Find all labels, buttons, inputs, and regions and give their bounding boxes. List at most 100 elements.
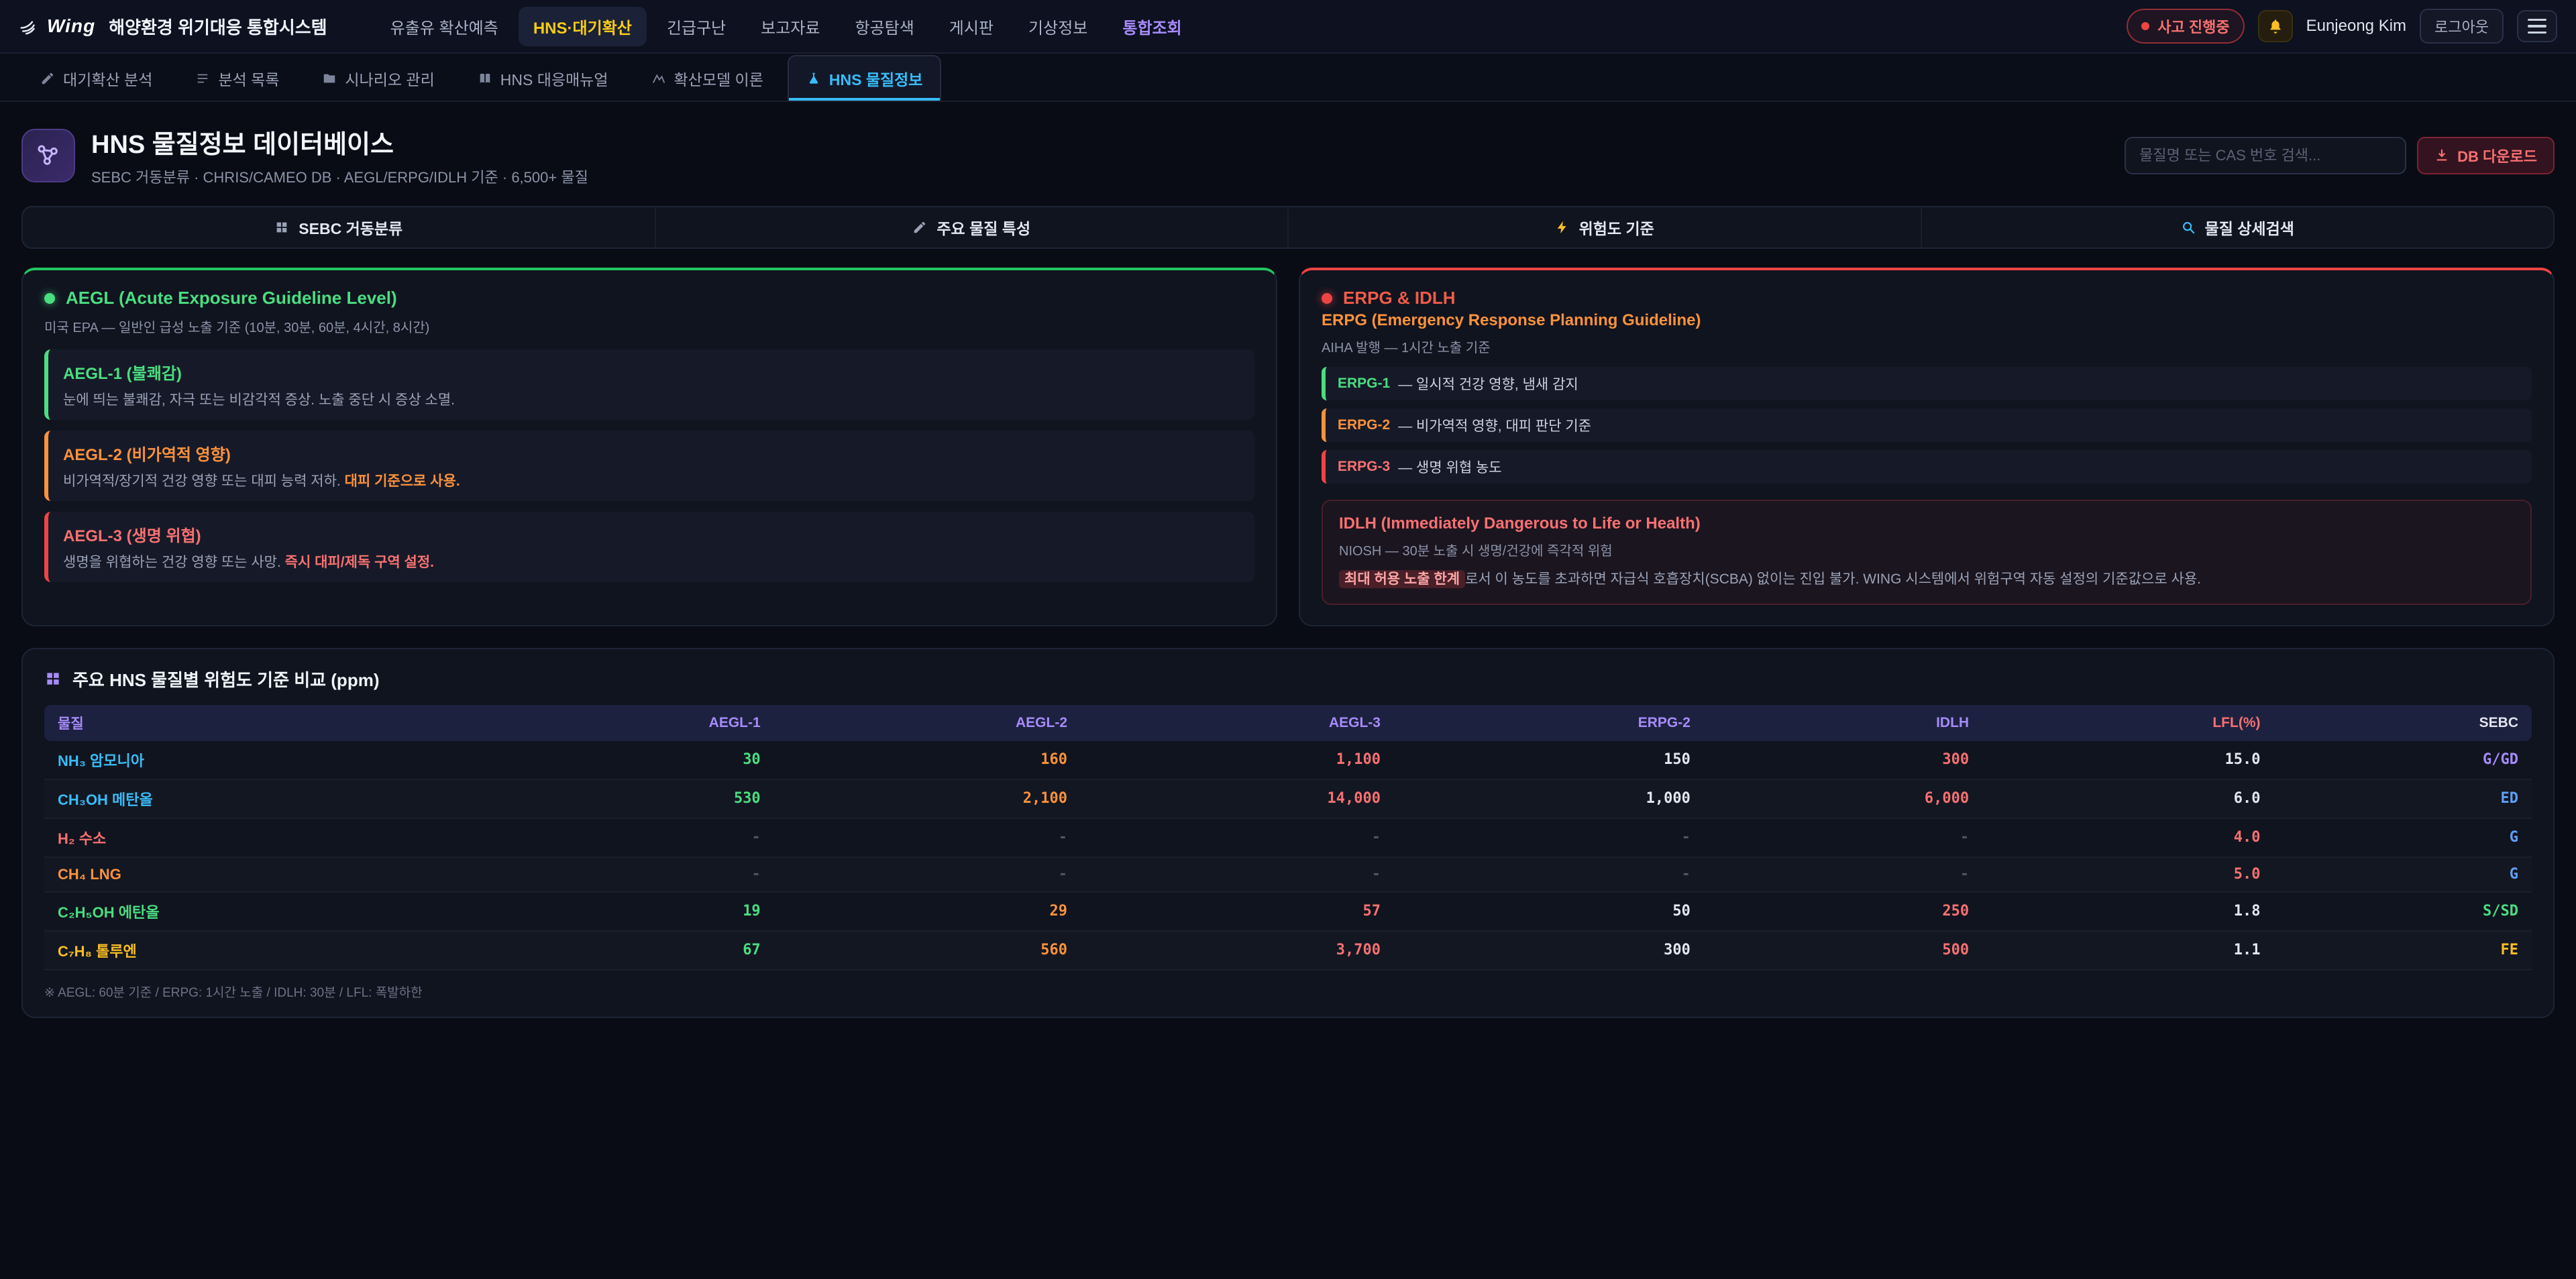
aegl-level-2: AEGL-2 (비가역적 영향) 비가역적/장기적 건강 영향 또는 대피 능력… bbox=[44, 431, 1254, 501]
section-tab-detail-search[interactable]: 물질 상세검색 bbox=[1921, 207, 2554, 247]
substance-name: H₂ 수소 bbox=[44, 818, 467, 857]
nav-item-oil-spill[interactable]: 유출유 확산예측 bbox=[376, 7, 513, 46]
erpg-subtitle: AIHA 발행 — 1시간 노출 기준 bbox=[1322, 337, 2532, 356]
tab-analysis-list[interactable]: 분석 목록 bbox=[176, 55, 298, 101]
comparison-table-title: 주요 HNS 물질별 위험도 기준 비교 (ppm) bbox=[44, 667, 2532, 691]
lightning-icon bbox=[1555, 220, 1570, 235]
col-substance: 물질 bbox=[44, 705, 467, 741]
erpg-level-desc: — 일시적 건강 영향, 냄새 감지 bbox=[1398, 374, 1578, 394]
col-sebc: SEBC bbox=[2274, 705, 2532, 741]
tab-hns-manual[interactable]: HNS 대응매뉴얼 bbox=[459, 55, 627, 101]
erpg-level-desc: — 비가역적 영향, 대피 판단 기준 bbox=[1398, 415, 1591, 435]
substance-search-input[interactable] bbox=[2125, 137, 2406, 174]
idlh-subtitle: NIOSH — 30분 노출 시 생명/건강에 즉각적 위험 bbox=[1339, 540, 2514, 559]
page-header: HNS 물질정보 데이터베이스 SEBC 거동분류 · CHRIS/CAMEO … bbox=[0, 102, 2576, 203]
aegl-level-desc: 비가역적/장기적 건강 영향 또는 대피 능력 저하. 대피 기준으로 사용. bbox=[63, 470, 1240, 490]
red-dot-icon bbox=[1322, 293, 1332, 304]
flask-icon bbox=[806, 71, 821, 86]
col-aegl2: AEGL-2 bbox=[774, 705, 1081, 741]
table-title-text: 주요 HNS 물질별 위험도 기준 비교 (ppm) bbox=[72, 667, 379, 691]
chart-line-icon bbox=[651, 71, 666, 86]
hazard-comparison-table: 물질 AEGL-1 AEGL-2 AEGL-3 ERPG-2 IDLH LFL(… bbox=[44, 705, 2532, 970]
col-erpg2: ERPG-2 bbox=[1394, 705, 1704, 741]
col-lfl: LFL(%) bbox=[1982, 705, 2273, 741]
section-tabs: SEBC 거동분류 주요 물질 특성 위험도 기준 물질 상세검색 bbox=[21, 206, 2555, 249]
app-logo[interactable]: Wing bbox=[19, 15, 95, 37]
list-icon bbox=[195, 71, 210, 86]
logo-text: Wing bbox=[47, 15, 95, 37]
search-icon bbox=[2181, 220, 2196, 235]
table-row-ethanol[interactable]: C₂H₅OH 에탄올 19 29 57 50 250 1.8 S/SD bbox=[44, 892, 2532, 931]
book-icon bbox=[478, 71, 492, 86]
table-row-ammonia[interactable]: NH₃ 암모니아 30 160 1,100 150 300 15.0 G/GD bbox=[44, 741, 2532, 779]
nav-item-reports[interactable]: 보고자료 bbox=[746, 7, 835, 46]
nav-item-hns-dispersion[interactable]: HNS·대기확산 bbox=[519, 7, 647, 46]
tab-label: 분석 목록 bbox=[218, 67, 279, 90]
logout-button[interactable]: 로그아웃 bbox=[2420, 9, 2504, 44]
app-root: Wing 해양환경 위기대응 통합시스템 유출유 확산예측 HNS·대기확산 긴… bbox=[0, 0, 2576, 1279]
incident-status-badge: 사고 진행중 bbox=[2127, 9, 2244, 44]
erpg-panel-title: ERPG & IDLH bbox=[1322, 288, 2532, 309]
nav-item-weather[interactable]: 기상정보 bbox=[1014, 7, 1102, 46]
incident-badge-label: 사고 진행중 bbox=[2157, 15, 2229, 37]
erpg-level-1: ERPG-1 — 일시적 건강 영향, 냄새 감지 bbox=[1322, 367, 2532, 400]
page-title: HNS 물질정보 데이터베이스 bbox=[91, 123, 2108, 160]
pencil-icon bbox=[40, 71, 55, 86]
section-tab-hazard-criteria[interactable]: 위험도 기준 bbox=[1287, 207, 1921, 247]
tab-label: 시나리오 관리 bbox=[345, 67, 434, 90]
tab-dispersion-analysis[interactable]: 대기확산 분석 bbox=[21, 55, 171, 101]
table-row-methanol[interactable]: CH₃OH 메탄올 530 2,100 14,000 1,000 6,000 6… bbox=[44, 779, 2532, 818]
navbar-right: 사고 진행중 Eunjeong Kim 로그아웃 bbox=[2127, 9, 2557, 44]
aegl-level-1: AEGL-1 (불쾌감) 눈에 띄는 불쾌감, 자극 또는 비감각적 증상. 노… bbox=[44, 349, 1254, 420]
db-download-button[interactable]: DB 다운로드 bbox=[2417, 137, 2555, 174]
header-actions: DB 다운로드 bbox=[2125, 137, 2555, 174]
substance-name: CH₃OH 메탄올 bbox=[44, 779, 467, 818]
top-navbar: Wing 해양환경 위기대응 통합시스템 유출유 확산예측 HNS·대기확산 긴… bbox=[0, 0, 2576, 54]
table-header-row: 물질 AEGL-1 AEGL-2 AEGL-3 ERPG-2 IDLH LFL(… bbox=[44, 705, 2532, 741]
incident-pulse-dot bbox=[2141, 22, 2149, 30]
nav-item-rescue[interactable]: 긴급구난 bbox=[652, 7, 741, 46]
notifications-button[interactable] bbox=[2258, 10, 2293, 42]
col-aegl3: AEGL-3 bbox=[1081, 705, 1394, 741]
tab-model-theory[interactable]: 확산모델 이론 bbox=[633, 55, 782, 101]
table-row-hydrogen[interactable]: H₂ 수소 - - - - - 4.0 G bbox=[44, 818, 2532, 857]
tab-hns-substance-info[interactable]: HNS 물질정보 bbox=[788, 55, 942, 101]
table-row-lng[interactable]: CH₄ LNG - - - - - 5.0 G bbox=[44, 857, 2532, 892]
folder-icon bbox=[322, 71, 337, 86]
table-row-toluene[interactable]: C₇H₈ 톨루엔 67 560 3,700 300 500 1.1 FE bbox=[44, 931, 2532, 970]
aegl-level-desc: 생명을 위협하는 건강 영향 또는 사망. 즉시 대피/제독 구역 설정. bbox=[63, 551, 1240, 571]
comparison-table-panel: 주요 HNS 물질별 위험도 기준 비교 (ppm) 물질 AEGL-1 AEG… bbox=[21, 648, 2555, 1018]
aegl-panel-title: AEGL (Acute Exposure Guideline Level) bbox=[44, 288, 1254, 309]
aegl-panel-subtitle: 미국 EPA — 일반인 급성 노출 기준 (10분, 30분, 60분, 4시… bbox=[44, 317, 1254, 336]
main-nav: 유출유 확산예측 HNS·대기확산 긴급구난 보고자료 항공탐색 게시판 기상정… bbox=[376, 7, 2114, 46]
aegl-level-3: AEGL-3 (생명 위협) 생명을 위협하는 건강 영향 또는 사망. 즉시 … bbox=[44, 512, 1254, 582]
erpg-level-desc: — 생명 위협 농도 bbox=[1398, 457, 1501, 477]
tab-scenario-management[interactable]: 시나리오 관리 bbox=[303, 55, 453, 101]
wing-logo-icon bbox=[19, 16, 39, 36]
nav-item-aerial-search[interactable]: 항공탐색 bbox=[840, 7, 928, 46]
erpg-level-name: ERPG-1 bbox=[1338, 376, 1390, 392]
section-tab-sebc[interactable]: SEBC 거동분류 bbox=[23, 207, 655, 247]
nav-item-board[interactable]: 게시판 bbox=[934, 7, 1008, 46]
erpg-level-3: ERPG-3 — 생명 위협 농도 bbox=[1322, 450, 2532, 484]
substance-name: CH₄ LNG bbox=[44, 857, 467, 892]
erpg-title-text: ERPG & IDLH bbox=[1343, 288, 1456, 309]
tab-label: 확산모델 이론 bbox=[674, 67, 763, 90]
nav-item-integrated-search[interactable]: 통합조회 bbox=[1108, 7, 1196, 46]
section-tab-label: 주요 물질 특성 bbox=[936, 216, 1030, 239]
idlh-section: IDLH (Immediately Dangerous to Life or H… bbox=[1322, 500, 2532, 605]
pencil-icon bbox=[912, 220, 927, 235]
aegl-panel: AEGL (Acute Exposure Guideline Level) 미국… bbox=[21, 268, 1277, 626]
user-name: Eunjeong Kim bbox=[2306, 17, 2406, 36]
erpg-level-name: ERPG-3 bbox=[1338, 459, 1390, 475]
section-tab-label: 위험도 기준 bbox=[1579, 216, 1654, 239]
aegl-title-text: AEGL (Acute Exposure Guideline Level) bbox=[66, 288, 397, 309]
tab-label: HNS 대응매뉴얼 bbox=[500, 67, 608, 90]
substance-name: C₂H₅OH 에탄올 bbox=[44, 892, 467, 931]
hamburger-menu-button[interactable] bbox=[2517, 10, 2557, 42]
erpg-heading: ERPG (Emergency Response Planning Guidel… bbox=[1322, 311, 2532, 330]
idlh-highlight: 최대 허용 노출 한계 bbox=[1339, 570, 1465, 588]
aegl-level-name: AEGL-3 (생명 위협) bbox=[63, 522, 1240, 546]
title-block: HNS 물질정보 데이터베이스 SEBC 거동분류 · CHRIS/CAMEO … bbox=[91, 123, 2108, 187]
section-tab-properties[interactable]: 주요 물질 특성 bbox=[655, 207, 1288, 247]
